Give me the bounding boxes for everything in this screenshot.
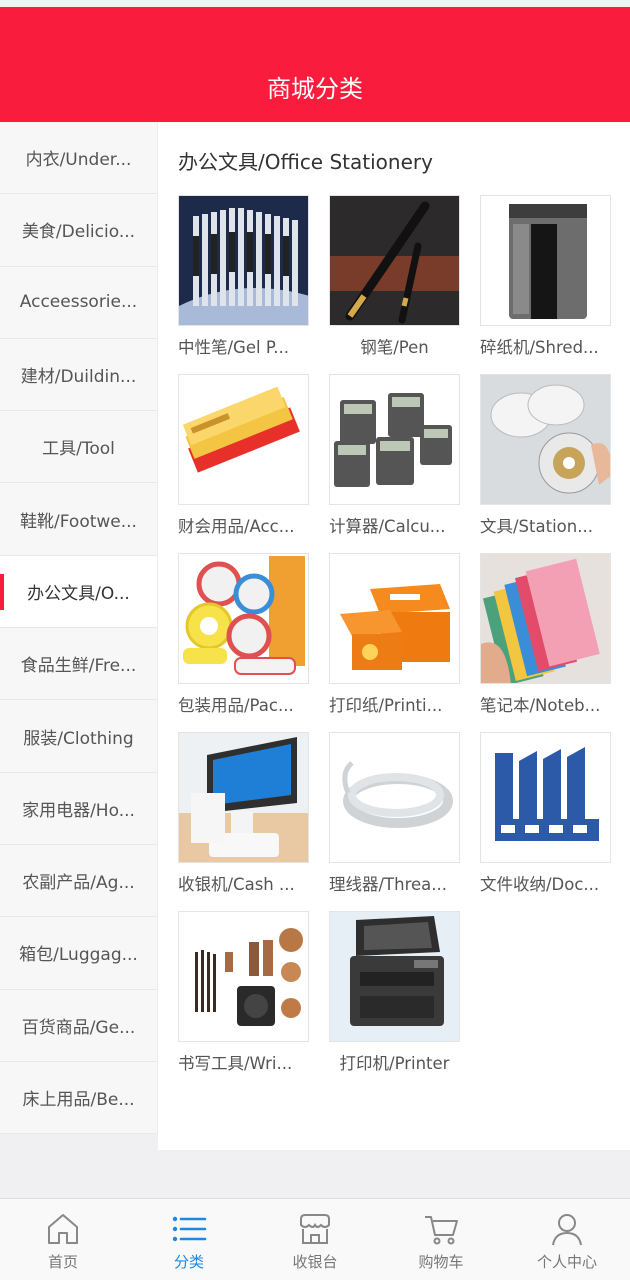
product-item-packing[interactable]: 包装用品/Pac... bbox=[178, 553, 318, 716]
product-item-pen[interactable]: 钢笔/Pen bbox=[329, 195, 469, 358]
page-title: 商城分类 bbox=[267, 75, 363, 103]
product-item-shredder[interactable]: 碎纸机/Shred... bbox=[480, 195, 620, 358]
user-icon bbox=[552, 1214, 582, 1246]
accounting-supplies-image bbox=[178, 374, 309, 505]
sidebar-item-label: 工具/Tool bbox=[42, 439, 115, 460]
tab-label: 购物车 bbox=[418, 1253, 464, 1271]
category-title: 办公文具/Office Stationery bbox=[178, 150, 433, 174]
sidebar-item-appliances[interactable]: 家用电器/Ho... bbox=[0, 773, 157, 845]
printing-paper-image bbox=[329, 553, 460, 684]
status-strip bbox=[0, 0, 630, 7]
home-icon bbox=[48, 1214, 78, 1244]
sidebar-item-label: 鞋靴/Footwe... bbox=[20, 511, 137, 532]
product-label: 文具/Station... bbox=[480, 517, 593, 536]
packing-tape-image bbox=[178, 553, 309, 684]
product-label: 打印机/Printer bbox=[339, 1054, 450, 1073]
document-holder-image bbox=[480, 732, 611, 863]
sidebar-item-label: 内衣/Under... bbox=[25, 150, 132, 171]
app-header: 商城分类 bbox=[0, 7, 630, 122]
sidebar-item-food[interactable]: 美食/Delicio... bbox=[0, 194, 157, 267]
product-item-cable[interactable]: 理线器/Threa... bbox=[329, 732, 469, 895]
list-icon bbox=[172, 1216, 207, 1242]
product-item-calculator[interactable]: 计算器/Calcu... bbox=[329, 374, 469, 537]
product-item-gel-pen[interactable]: 中性笔/Gel P... bbox=[178, 195, 318, 358]
category-sidebar[interactable]: 内衣/Under... 美食/Delicio... Acceessorie...… bbox=[0, 122, 158, 1135]
tab-label: 收银台 bbox=[292, 1253, 338, 1271]
tab-label: 首页 bbox=[47, 1253, 78, 1271]
product-label: 计算器/Calcu... bbox=[329, 517, 446, 536]
notebook-image bbox=[480, 553, 611, 684]
sidebar-item-tools[interactable]: 工具/Tool bbox=[0, 411, 157, 484]
product-label: 笔记本/Noteb... bbox=[480, 696, 601, 715]
gel-pen-image bbox=[178, 195, 309, 326]
category-content: 办公文具/Office Stationery 中性笔/Gel P... 钢笔/P… bbox=[158, 122, 630, 1150]
tab-label: 个人中心 bbox=[536, 1253, 597, 1271]
cart-icon bbox=[425, 1216, 458, 1245]
sidebar-item-label: 百货商品/Ge... bbox=[21, 1017, 136, 1038]
printer-image bbox=[329, 911, 460, 1042]
product-label: 文件收纳/Doc... bbox=[480, 875, 600, 894]
sidebar-item-general[interactable]: 百货商品/Ge... bbox=[0, 990, 157, 1062]
product-item-printer[interactable]: 打印机/Printer bbox=[329, 911, 469, 1074]
tab-cashier[interactable]: 收银台 bbox=[252, 1199, 378, 1280]
sidebar-item-underwear[interactable]: 内衣/Under... bbox=[0, 122, 157, 195]
tab-cart[interactable]: 购物车 bbox=[378, 1199, 504, 1280]
product-item-stationery[interactable]: 文具/Station... bbox=[480, 374, 620, 537]
stationery-tape-image bbox=[480, 374, 611, 505]
fountain-pen-image bbox=[329, 195, 460, 326]
sidebar-item-label: 建材/Duildin... bbox=[20, 367, 137, 388]
tab-profile[interactable]: 个人中心 bbox=[504, 1199, 630, 1280]
sidebar-item-building[interactable]: 建材/Duildin... bbox=[0, 339, 157, 412]
sidebar-item-office[interactable]: 办公文具/O... bbox=[0, 555, 157, 629]
sidebar-item-accessories[interactable]: Acceessorie... bbox=[0, 267, 157, 339]
sidebar-item-label: 箱包/Luggag... bbox=[19, 945, 138, 966]
bottom-tab-bar: 首页 分类 收银台 购物车 个人中心 bbox=[0, 1198, 630, 1280]
product-label: 中性笔/Gel P... bbox=[178, 338, 289, 357]
sidebar-item-luggage[interactable]: 箱包/Luggag... bbox=[0, 917, 157, 990]
sidebar-item-footwear[interactable]: 鞋靴/Footwe... bbox=[0, 483, 157, 556]
product-label: 包装用品/Pac... bbox=[178, 696, 294, 715]
sidebar-item-label: 办公文具/O... bbox=[27, 583, 130, 604]
product-label: 理线器/Threa... bbox=[329, 875, 448, 894]
tab-label: 分类 bbox=[173, 1253, 204, 1271]
product-label: 收银机/Cash ... bbox=[178, 875, 295, 894]
product-item-document[interactable]: 文件收纳/Doc... bbox=[480, 732, 620, 895]
cable-organizer-image bbox=[329, 732, 460, 863]
product-label: 钢笔/Pen bbox=[360, 338, 429, 357]
tab-category[interactable]: 分类 bbox=[126, 1199, 252, 1280]
store-icon bbox=[300, 1214, 330, 1244]
sidebar-item-bedding[interactable]: 床上用品/Be... bbox=[0, 1062, 157, 1135]
tab-home[interactable]: 首页 bbox=[0, 1199, 126, 1280]
product-label: 打印纸/Printi... bbox=[329, 696, 443, 715]
product-item-writing[interactable]: 书写工具/Wri... bbox=[178, 911, 318, 1074]
sidebar-item-label: 食品生鲜/Fre... bbox=[20, 656, 137, 677]
product-item-accounting[interactable]: 财会用品/Acc... bbox=[178, 374, 318, 537]
product-item-paper[interactable]: 打印纸/Printi... bbox=[329, 553, 469, 716]
sidebar-item-label: 服装/Clothing bbox=[23, 728, 134, 749]
sidebar-item-clothing[interactable]: 服装/Clothing bbox=[0, 700, 157, 773]
shredder-image bbox=[480, 195, 611, 326]
product-item-cash-register[interactable]: 收银机/Cash ... bbox=[178, 732, 318, 895]
sidebar-item-fresh-food[interactable]: 食品生鲜/Fre... bbox=[0, 628, 157, 701]
sidebar-item-label: Acceessorie... bbox=[19, 292, 138, 313]
product-label: 财会用品/Acc... bbox=[178, 517, 295, 536]
sidebar-item-label: 家用电器/Ho... bbox=[22, 800, 135, 821]
product-label: 碎纸机/Shred... bbox=[480, 338, 599, 357]
sidebar-item-label: 床上用品/Be... bbox=[22, 1090, 135, 1110]
cash-register-image bbox=[178, 732, 309, 863]
product-label: 书写工具/Wri... bbox=[178, 1054, 293, 1073]
writing-tools-image bbox=[178, 911, 309, 1042]
sidebar-item-label: 农副产品/Ag... bbox=[22, 873, 135, 894]
sidebar-item-label: 美食/Delicio... bbox=[21, 222, 136, 243]
sidebar-item-agriculture[interactable]: 农副产品/Ag... bbox=[0, 845, 157, 918]
calculator-image bbox=[329, 374, 460, 505]
product-item-notebook[interactable]: 笔记本/Noteb... bbox=[480, 553, 620, 716]
